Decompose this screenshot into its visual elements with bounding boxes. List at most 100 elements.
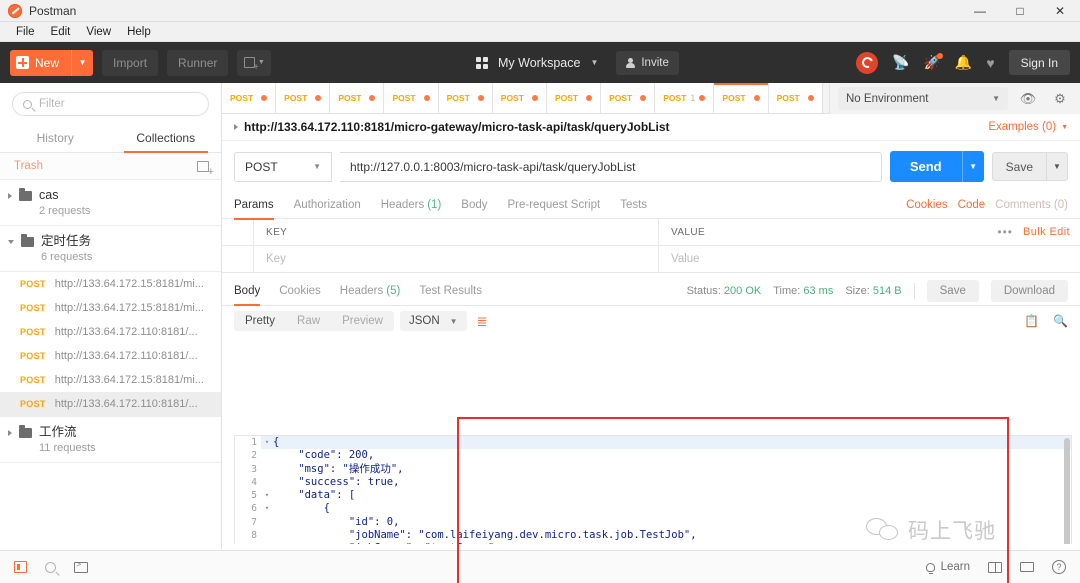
minimize-button[interactable]: — — [960, 0, 1000, 22]
list-item[interactable]: POST http://133.64.172.15:8181/mi... — [0, 296, 221, 320]
tab-params[interactable]: Params — [234, 191, 274, 220]
gear-icon[interactable]: ⚙ — [1048, 87, 1072, 110]
cookies-link[interactable]: Cookies — [906, 199, 948, 211]
two-pane-icon[interactable] — [988, 561, 1002, 573]
sidebar-toggle-icon[interactable] — [14, 561, 27, 573]
tab-headers[interactable]: Headers (1) — [381, 191, 442, 219]
request-tab[interactable]: POST — [546, 83, 602, 113]
learn-button[interactable]: Learn — [925, 561, 970, 574]
menu-view[interactable]: View — [78, 22, 119, 42]
sync-icon[interactable] — [856, 51, 879, 74]
runner-button[interactable]: Runner — [167, 49, 229, 76]
params-more-icon[interactable]: ••• — [997, 225, 1013, 239]
filter-input[interactable]: Filter — [12, 92, 209, 116]
response-save-button[interactable]: Save — [926, 280, 979, 302]
bell-icon[interactable]: 🔔 — [955, 54, 972, 71]
notifications-rocket-icon[interactable]: 🚀 — [923, 53, 943, 71]
param-key-input[interactable]: Key — [254, 245, 659, 273]
request-tab-active[interactable]: POST — [714, 83, 769, 113]
help-icon[interactable]: ? — [1052, 560, 1066, 574]
request-tab[interactable]: POST — [438, 83, 493, 113]
code-scrollbar[interactable] — [1064, 436, 1070, 544]
request-tab[interactable]: POST — [384, 83, 439, 113]
request-tab[interactable]: POST — [492, 83, 547, 113]
maximize-button[interactable]: □ — [1000, 0, 1040, 22]
tab-tests[interactable]: Tests — [620, 191, 647, 219]
send-dropdown-caret-icon[interactable]: ▼ — [961, 151, 984, 182]
response-tab-test-results[interactable]: Test Results — [419, 277, 482, 305]
list-item-selected[interactable]: POST http://133.64.172.110:8181/... — [0, 392, 221, 416]
fold-toggle-icon[interactable] — [261, 516, 273, 529]
request-tab[interactable]: POST — [601, 83, 656, 113]
chevron-right-icon[interactable] — [234, 124, 238, 130]
breadcrumb-path-wrap[interactable]: http://133.64.172.110:8181/micro-gateway… — [234, 120, 670, 134]
url-input[interactable]: http://127.0.0.1:8003/micro-task-api/tas… — [340, 151, 882, 182]
examples-dropdown[interactable]: Examples (0) ▼ — [988, 121, 1068, 133]
list-item[interactable]: POST http://133.64.172.15:8181/mi... — [0, 272, 221, 296]
response-tab-body[interactable]: Body — [234, 277, 261, 306]
search-icon[interactable]: 🔍 — [1053, 314, 1068, 328]
request-tab[interactable]: POST — [276, 83, 331, 113]
http-method-select[interactable]: POST ▼ — [234, 151, 332, 182]
fold-toggle-icon[interactable]: ▾ — [261, 436, 273, 449]
list-item[interactable]: POST http://133.64.172.15:8181/mi... — [0, 368, 221, 392]
request-tab[interactable]: POST — [768, 83, 823, 113]
fold-toggle-icon[interactable]: ▾ — [261, 489, 273, 502]
response-download-button[interactable]: Download — [990, 280, 1068, 302]
request-tab[interactable]: POST — [222, 83, 277, 113]
tab-pre-request-script[interactable]: Pre-request Script — [508, 191, 601, 219]
chevron-down-icon[interactable] — [8, 240, 14, 244]
find-icon[interactable] — [45, 561, 56, 573]
tab-body[interactable]: Body — [461, 191, 487, 219]
collection-scheduled-tasks[interactable]: 定时任务 6 requests — [0, 226, 221, 272]
response-tab-cookies[interactable]: Cookies — [279, 277, 321, 305]
tab-authorization[interactable]: Authorization — [294, 191, 361, 219]
save-dropdown-caret-icon[interactable]: ▼ — [1046, 153, 1067, 180]
workspace-label[interactable]: My Workspace — [498, 56, 580, 70]
fold-toggle-icon[interactable] — [261, 463, 273, 476]
collection-workflow[interactable]: 工作流 11 requests — [0, 416, 221, 463]
param-value-input[interactable]: Value — [659, 246, 1080, 273]
fold-toggle-icon[interactable] — [261, 542, 273, 544]
new-dropdown-caret-icon[interactable]: ▼ — [71, 49, 93, 76]
response-format-select[interactable]: JSON ▼ — [399, 311, 467, 331]
fold-toggle-icon[interactable] — [261, 449, 273, 462]
menu-edit[interactable]: Edit — [43, 22, 79, 42]
table-row[interactable]: Key Value — [222, 245, 1080, 273]
sign-in-button[interactable]: Sign In — [1008, 50, 1070, 75]
view-mode-pretty[interactable]: Pretty — [234, 311, 286, 331]
tab-collections[interactable]: Collections — [111, 124, 222, 153]
response-tab-headers[interactable]: Headers (5) — [340, 277, 401, 305]
view-mode-raw[interactable]: Raw — [286, 311, 331, 331]
request-tab[interactable]: POST 1 — [655, 83, 715, 113]
keyboard-shortcuts-icon[interactable] — [1020, 562, 1034, 572]
code-link[interactable]: Code — [958, 199, 986, 211]
new-collection-icon[interactable] — [197, 160, 214, 177]
fold-toggle-icon[interactable] — [261, 529, 273, 542]
eye-icon[interactable]: 👁 — [1016, 87, 1040, 110]
chevron-right-icon[interactable] — [8, 430, 12, 436]
save-request-button[interactable]: Save ▼ — [991, 152, 1068, 181]
fold-toggle-icon[interactable] — [261, 476, 273, 489]
request-tab[interactable]: POST — [330, 83, 385, 113]
collection-cas[interactable]: cas 2 requests — [0, 180, 221, 226]
new-button[interactable]: New ▼ — [10, 49, 94, 76]
view-mode-preview[interactable]: Preview — [331, 311, 394, 331]
send-button[interactable]: Send ▼ — [889, 151, 984, 182]
list-item[interactable]: POST http://133.64.172.110:8181/... — [0, 320, 221, 344]
response-body-code[interactable]: 1 ▾ { 2 "code": 200, 3 "msg": "操作成功", 4 … — [234, 435, 1072, 544]
new-window-button[interactable]: ▼ — [237, 49, 272, 76]
console-icon[interactable] — [74, 560, 88, 573]
import-button[interactable]: Import — [102, 49, 159, 76]
comments-link[interactable]: Comments (0) — [995, 199, 1068, 211]
wrap-lines-icon[interactable]: ≣ — [473, 313, 492, 330]
satellite-icon[interactable]: 📡 — [892, 54, 909, 71]
fold-toggle-icon[interactable]: ▾ — [261, 502, 273, 515]
param-row-checkbox[interactable] — [222, 245, 254, 273]
list-item[interactable]: POST http://133.64.172.110:8181/... — [0, 344, 221, 368]
environment-select[interactable]: No Environment ▼ — [838, 87, 1008, 110]
menu-help[interactable]: Help — [119, 22, 159, 42]
chevron-right-icon[interactable] — [8, 193, 12, 199]
invite-button[interactable]: Invite — [616, 50, 679, 75]
bulk-edit-link[interactable]: Bulk Edit — [1023, 226, 1070, 238]
